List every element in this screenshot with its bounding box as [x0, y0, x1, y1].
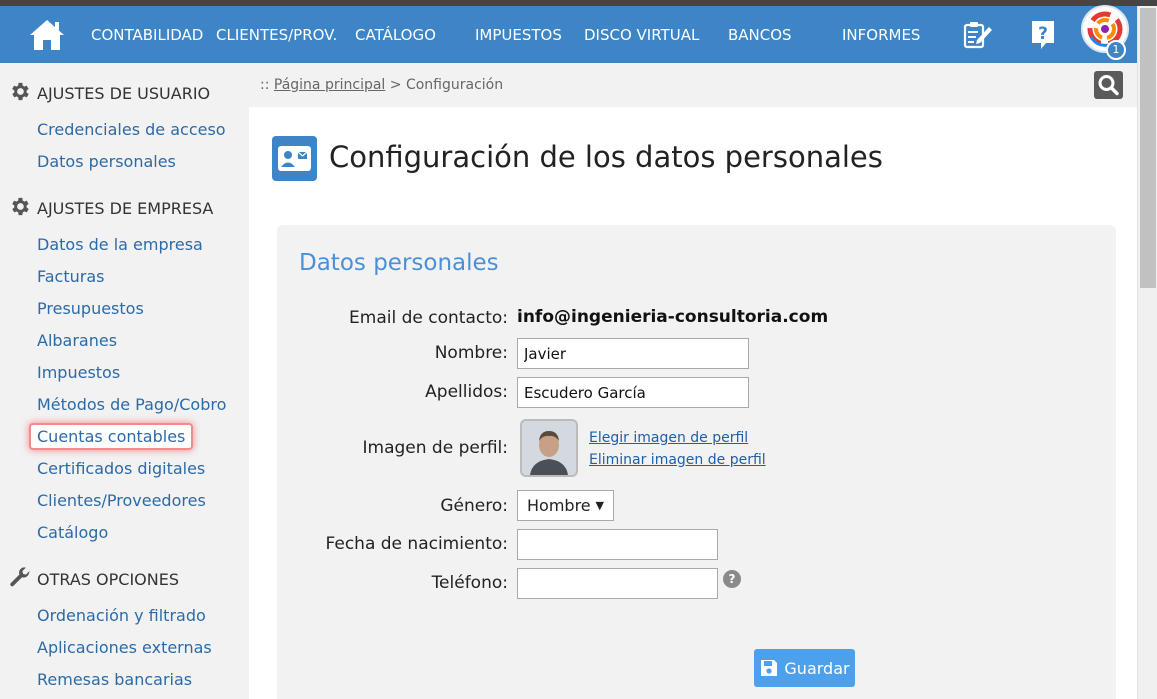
- genero-select[interactable]: Hombre ▼: [517, 490, 614, 521]
- sidebar-item-aplicaciones-externas[interactable]: Aplicaciones externas: [37, 638, 212, 657]
- breadcrumb: :: Página principal > Configuración: [260, 77, 503, 93]
- nav-bancos[interactable]: BANCOS: [728, 26, 792, 44]
- apellidos-label: Apellidos:: [425, 382, 508, 402]
- sidebar-item-albaranes[interactable]: Albaranes: [37, 331, 117, 350]
- home-icon[interactable]: [28, 18, 66, 52]
- phone-help-icon[interactable]: ?: [723, 570, 741, 588]
- wrench-icon: [8, 566, 31, 593]
- notes-edit-icon[interactable]: [962, 21, 994, 49]
- sidebar-item-certificados[interactable]: Certificados digitales: [37, 459, 205, 478]
- section-title: AJUSTES DE EMPRESA: [37, 199, 214, 218]
- sidebar-item-facturas[interactable]: Facturas: [37, 267, 104, 286]
- search-icon: [1098, 75, 1119, 96]
- choose-profile-image-link[interactable]: Elegir imagen de perfil: [589, 430, 748, 446]
- remove-profile-image-link[interactable]: Eliminar imagen de perfil: [589, 452, 766, 468]
- fecha-nacimiento-label: Fecha de nacimiento:: [325, 534, 508, 554]
- page-scrollbar[interactable]: [1137, 6, 1157, 699]
- sidebar-item-cuentas-contables[interactable]: Cuentas contables: [31, 425, 192, 448]
- genero-label: Género:: [440, 496, 508, 516]
- section-ajustes-usuario: AJUSTES DE USUARIO: [8, 80, 210, 107]
- sidebar-item-impuestos[interactable]: Impuestos: [37, 363, 120, 382]
- nav-catalogo[interactable]: CATÁLOGO: [355, 26, 436, 44]
- gear-icon: [8, 80, 31, 107]
- apellidos-input[interactable]: [517, 377, 749, 408]
- section-otras-opciones: OTRAS OPCIONES: [8, 566, 179, 593]
- nav-informes[interactable]: INFORMES: [842, 26, 920, 44]
- notification-badge: 1: [1106, 40, 1126, 60]
- sidebar-item-catalogo[interactable]: Catálogo: [37, 523, 108, 542]
- scrollbar-thumb[interactable]: [1140, 8, 1156, 288]
- svg-text:?: ?: [1038, 24, 1048, 44]
- imagen-perfil-label: Imagen de perfil:: [362, 438, 508, 458]
- sidebar-item-ordenacion[interactable]: Ordenación y filtrado: [37, 606, 206, 625]
- help-icon[interactable]: ?: [1029, 19, 1057, 51]
- sidebar-item-datos-empresa[interactable]: Datos de la empresa: [37, 235, 203, 254]
- contact-card-icon: [272, 136, 317, 181]
- breadcrumb-prefix: ::: [260, 77, 270, 93]
- sidebar-item-metodos-pago[interactable]: Métodos de Pago/Cobro: [37, 395, 226, 414]
- fecha-nacimiento-input[interactable]: [517, 529, 718, 560]
- sidebar-item-credenciales[interactable]: Credenciales de acceso: [37, 120, 226, 139]
- sidebar-item-presupuestos[interactable]: Presupuestos: [37, 299, 144, 318]
- panel-title: Datos personales: [299, 250, 499, 276]
- nav-disco-virtual[interactable]: DISCO VIRTUAL: [584, 26, 699, 44]
- telefono-label: Teléfono:: [431, 573, 508, 593]
- breadcrumb-home-link[interactable]: Página principal: [274, 77, 385, 93]
- save-button-label: Guardar: [784, 658, 850, 678]
- section-title: OTRAS OPCIONES: [37, 570, 179, 589]
- top-navbar: CONTABILIDAD CLIENTES/PROV. CATÁLOGO IMP…: [0, 6, 1137, 63]
- email-label: Email de contacto:: [349, 308, 508, 328]
- sidebar-item-remesas[interactable]: Remesas bancarias: [37, 670, 192, 689]
- sidebar: AJUSTES DE USUARIO Credenciales de acces…: [0, 63, 249, 699]
- nombre-input[interactable]: [517, 338, 749, 369]
- page-title: Configuración de los datos personales: [329, 140, 883, 174]
- save-button[interactable]: Guardar: [754, 649, 855, 687]
- gear-icon: [8, 195, 31, 222]
- breadcrumb-current: Configuración: [405, 77, 504, 93]
- floppy-disk-icon: [761, 660, 778, 676]
- nav-contabilidad[interactable]: CONTABILIDAD: [91, 26, 203, 44]
- breadcrumb-bar: :: Página principal > Configuración: [249, 63, 1137, 107]
- profile-photo: [520, 419, 578, 477]
- sidebar-item-datos-personales[interactable]: Datos personales: [37, 152, 176, 171]
- section-ajustes-empresa: AJUSTES DE EMPRESA: [8, 195, 213, 222]
- nombre-label: Nombre:: [434, 343, 508, 363]
- breadcrumb-separator: >: [389, 77, 402, 93]
- sidebar-item-clientes-proveedores[interactable]: Clientes/Proveedores: [37, 491, 206, 510]
- email-value: info@ingenieria-consultoria.com: [517, 307, 829, 327]
- section-title: AJUSTES DE USUARIO: [37, 84, 211, 103]
- nav-impuestos[interactable]: IMPUESTOS: [475, 26, 562, 44]
- search-button[interactable]: [1094, 71, 1123, 99]
- chevron-down-icon: ▼: [595, 499, 604, 512]
- telefono-input[interactable]: [517, 568, 718, 599]
- personal-data-panel: Datos personales Email de contacto: info…: [277, 225, 1116, 699]
- nav-clientes-prov[interactable]: CLIENTES/PROV.: [216, 26, 337, 44]
- genero-selected-value: Hombre: [527, 496, 591, 515]
